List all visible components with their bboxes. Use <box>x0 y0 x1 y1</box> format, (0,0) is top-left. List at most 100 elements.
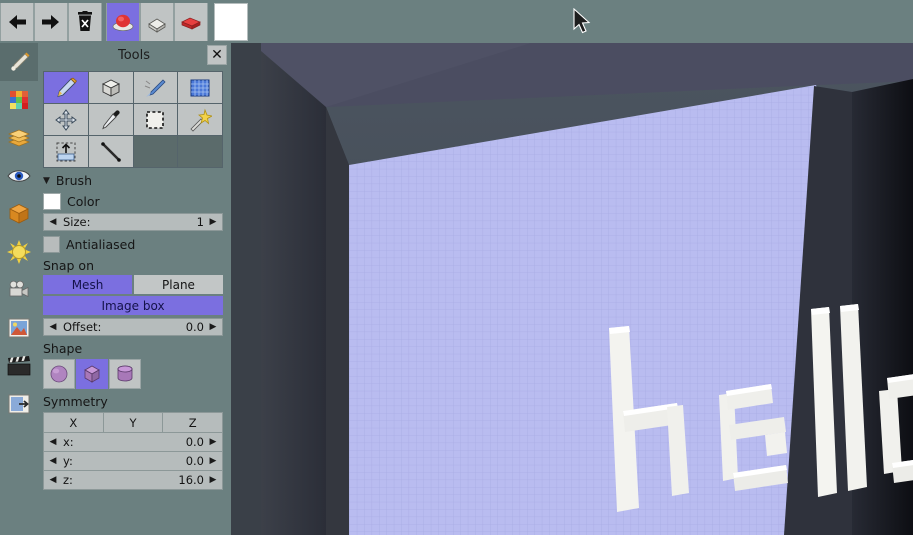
offset-stepper[interactable]: ◀ Offset: 0.0 ▶ <box>43 318 223 336</box>
rail-item-image[interactable] <box>0 309 38 347</box>
rail-item-export[interactable] <box>0 385 38 423</box>
chevron-right-icon[interactable]: ▶ <box>208 437 218 447</box>
antialiased-row[interactable]: Antialiased <box>43 236 223 253</box>
panel-title: Tools <box>118 48 150 63</box>
brush-size-value: 1 <box>197 215 204 229</box>
cube-icon <box>80 363 104 385</box>
clapper-icon <box>6 355 32 377</box>
rail-item-view[interactable] <box>0 157 38 195</box>
symmetry-y-label: y: <box>63 454 186 468</box>
rail-item-tools[interactable] <box>0 43 38 81</box>
snap-image-box-button[interactable]: Image box <box>43 296 223 315</box>
white-cube-icon <box>144 11 170 33</box>
color-row[interactable]: Color <box>43 193 223 210</box>
shape-cube-button[interactable] <box>140 3 174 41</box>
export-icon <box>7 392 31 416</box>
snap-toggle-row: Mesh Plane <box>43 275 223 294</box>
sun-icon <box>6 239 32 265</box>
chevron-left-icon[interactable]: ◀ <box>48 437 58 447</box>
shape-option-sphere[interactable] <box>43 359 75 389</box>
chevron-right-icon[interactable]: ▶ <box>208 217 218 227</box>
offset-label: Offset: <box>63 320 186 334</box>
symmetry-y-value: 0.0 <box>186 454 204 468</box>
tools-panel: Tools ✕ <box>38 43 230 496</box>
tool-laser[interactable] <box>134 72 178 103</box>
snap-plane-button[interactable]: Plane <box>134 275 223 294</box>
3d-viewport[interactable] <box>231 43 913 535</box>
arrow-left-icon <box>6 12 28 32</box>
shape-option-cube[interactable] <box>76 359 108 389</box>
tool-grid <box>43 71 223 168</box>
tool-magic-wand[interactable] <box>178 104 222 135</box>
antialiased-label: Antialiased <box>66 237 135 252</box>
trash-icon <box>75 11 95 33</box>
symmetry-row-x[interactable]: ◀ x: 0.0 ▶ <box>44 432 222 451</box>
shape-sphere-button[interactable] <box>106 3 140 41</box>
tool-line[interactable] <box>89 136 133 167</box>
tool-mesh[interactable] <box>89 72 133 103</box>
red-cylinder-icon <box>178 11 204 33</box>
chevron-left-icon[interactable]: ◀ <box>48 475 58 485</box>
magic-wand-icon <box>188 108 212 132</box>
brush-section-header[interactable]: ▼ Brush <box>43 173 223 188</box>
shape-options <box>43 359 223 389</box>
brush-size-stepper[interactable]: ◀ Size: 1 ▶ <box>43 213 223 231</box>
tool-move[interactable] <box>44 104 88 135</box>
symmetry-row-y[interactable]: ◀ y: 0.0 ▶ <box>44 451 222 470</box>
symmetry-section-label: Symmetry <box>43 394 223 409</box>
shape-option-cylinder[interactable] <box>109 359 141 389</box>
close-icon[interactable]: ✕ <box>207 45 227 65</box>
undo-button[interactable] <box>0 3 34 41</box>
redo-button[interactable] <box>34 3 68 41</box>
chevron-left-icon[interactable]: ◀ <box>48 217 58 227</box>
cube-icon <box>7 202 31 226</box>
selection-icon <box>143 108 167 132</box>
symmetry-x-value: 0.0 <box>186 435 204 449</box>
tool-selection[interactable] <box>134 104 178 135</box>
chevron-left-icon[interactable]: ◀ <box>48 456 58 466</box>
chevron-right-icon[interactable]: ▶ <box>208 456 218 466</box>
tool-extrude[interactable] <box>44 136 88 167</box>
chevron-right-icon[interactable]: ▶ <box>208 475 218 485</box>
viewport-scene <box>231 43 913 535</box>
rail-item-camera[interactable] <box>0 271 38 309</box>
antialiased-checkbox[interactable] <box>43 236 60 253</box>
snap-on-label: Snap on <box>43 258 223 273</box>
tool-pick-color[interactable] <box>89 104 133 135</box>
rail-item-render[interactable] <box>0 195 38 233</box>
top-toolbar <box>0 0 913 43</box>
left-icon-rail <box>0 43 38 535</box>
tool-brush[interactable] <box>44 72 88 103</box>
eyedropper-icon <box>99 108 123 132</box>
rail-item-material[interactable] <box>0 347 38 385</box>
delete-button[interactable] <box>68 3 102 41</box>
arrow-right-icon <box>40 12 62 32</box>
tool-empty-2 <box>178 136 222 167</box>
shape-cylinder-button[interactable] <box>174 3 208 41</box>
brush-icon <box>6 49 32 75</box>
symmetry-row-z[interactable]: ◀ z: 16.0 ▶ <box>44 470 222 489</box>
camera-icon <box>6 279 32 301</box>
tool-plane[interactable] <box>178 72 222 103</box>
snap-mesh-button[interactable]: Mesh <box>43 275 132 294</box>
chevron-left-icon[interactable]: ◀ <box>48 322 58 332</box>
laser-icon <box>143 76 167 100</box>
grid-icon <box>188 76 212 100</box>
chevron-right-icon[interactable]: ▶ <box>208 322 218 332</box>
rail-item-palette[interactable] <box>0 81 38 119</box>
active-color-swatch[interactable] <box>214 3 248 41</box>
symmetry-header-row: X Y Z <box>44 413 222 432</box>
rail-item-layers[interactable] <box>0 119 38 157</box>
symmetry-header-x[interactable]: X <box>44 413 104 432</box>
cube-wire-icon <box>99 76 123 100</box>
color-label: Color <box>67 194 100 209</box>
brush-color-swatch[interactable] <box>43 193 61 210</box>
red-sphere-icon <box>110 11 136 33</box>
rail-item-light[interactable] <box>0 233 38 271</box>
chevron-down-icon: ▼ <box>43 176 50 186</box>
pencil-icon <box>54 76 78 100</box>
offset-value: 0.0 <box>186 320 204 334</box>
symmetry-header-y[interactable]: Y <box>104 413 164 432</box>
symmetry-header-z[interactable]: Z <box>163 413 222 432</box>
brush-section-label: Brush <box>56 173 92 188</box>
